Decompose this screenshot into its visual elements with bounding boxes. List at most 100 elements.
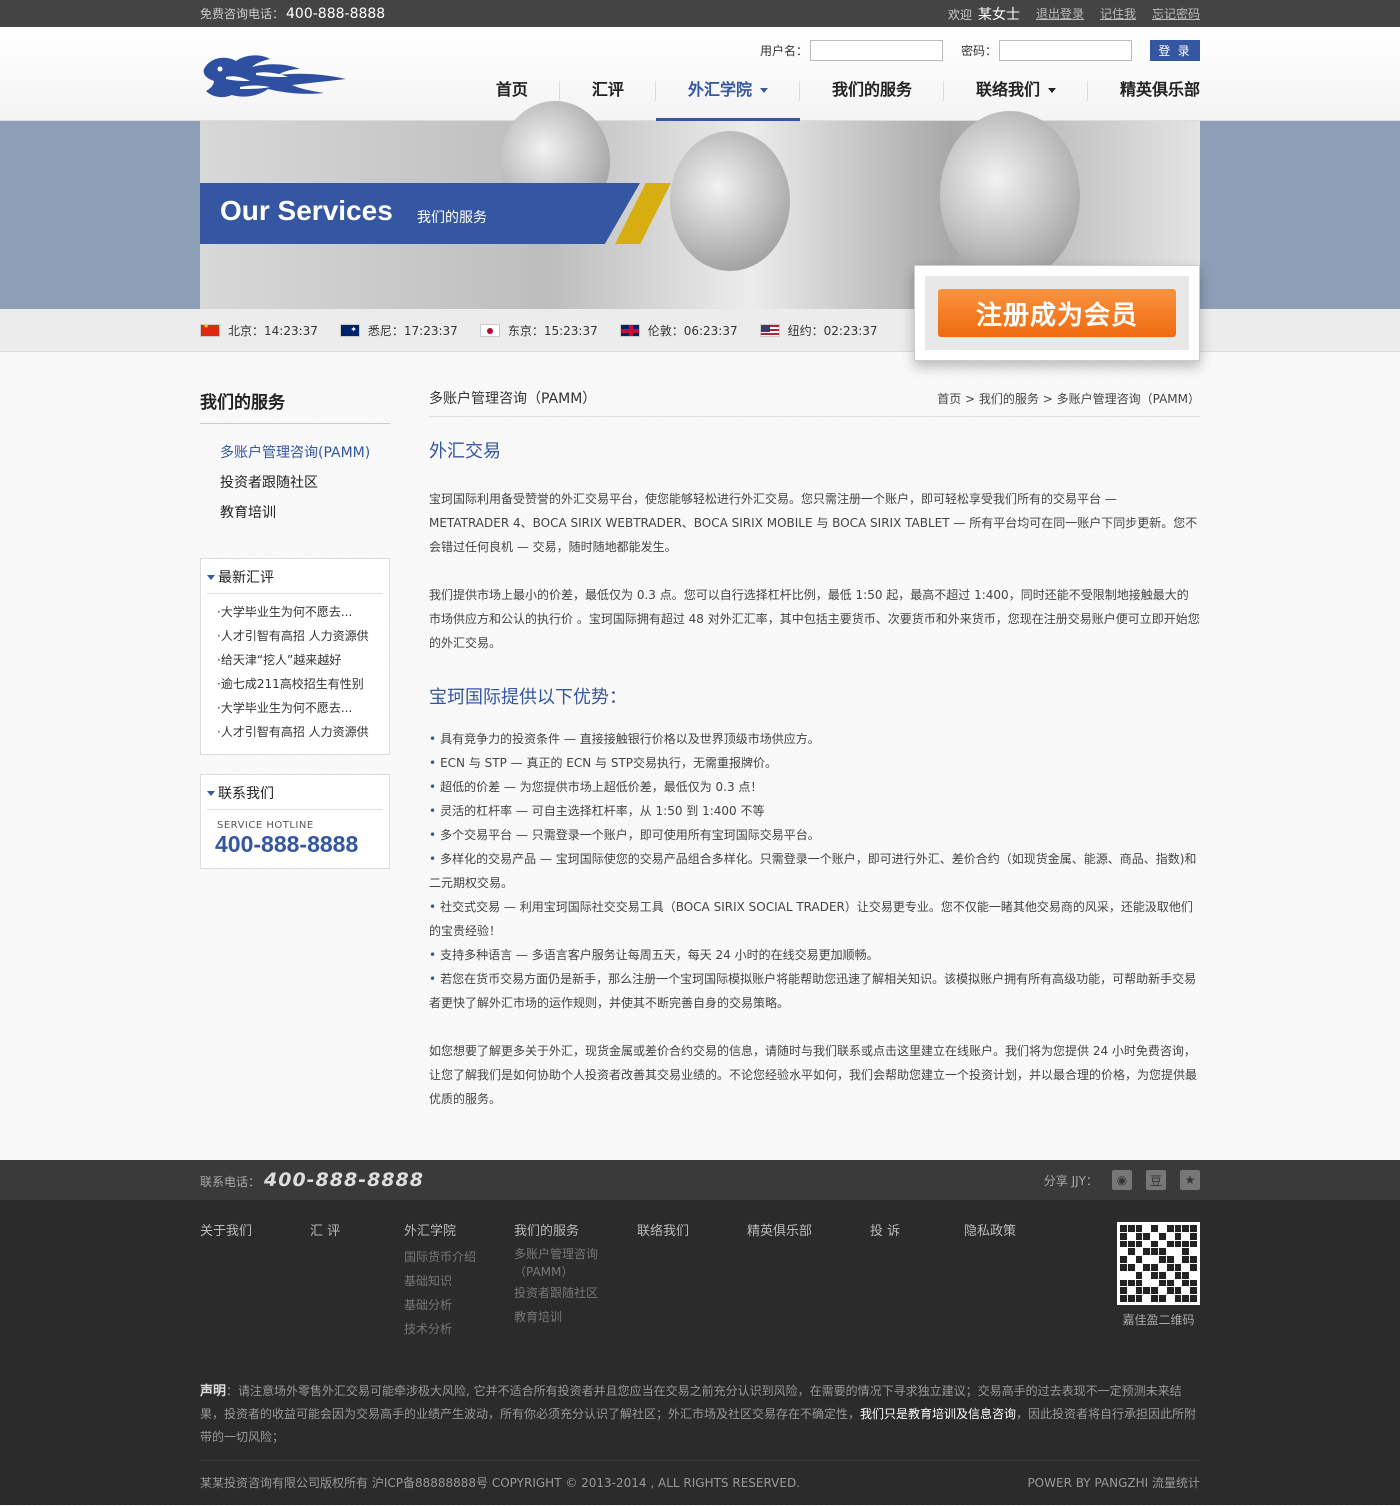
list-item: • ECN 与 STP — 真正的 ECN 与 STP交易执行，无需重报牌价。 bbox=[429, 756, 778, 770]
list-item: • 多样化的交易产品 — 宝珂国际使您的交易产品组合多样化。只需登录一个账户，即可… bbox=[429, 852, 1197, 890]
sidebar-menu: 多账户管理咨询(PAMM) 投资者跟随社区 教育培训 bbox=[200, 438, 390, 528]
latest-commentary-title: 最新汇评 bbox=[218, 570, 274, 586]
footer-sublink[interactable]: 基础分析 bbox=[404, 1293, 476, 1317]
footer: 关于我们 汇 评 外汇学院 国际货币介绍 基础知识 基础分析 技术分析 我们的服… bbox=[0, 1200, 1400, 1505]
list-item: • 灵活的杠杆率 — 可自主选择杠杆率，从 1:50 到 1:400 不等 bbox=[429, 804, 765, 818]
clock-text: 伦敦：06:23:37 bbox=[647, 324, 738, 338]
news-item[interactable]: ·逾七成211高校招生有性别 bbox=[207, 672, 383, 696]
footer-link[interactable]: 精英俱乐部 bbox=[747, 1220, 812, 1239]
top-bar: 免费咨询电话： 400-888-8888 欢迎 某女士 退出登录 记住我 忘记密码 bbox=[0, 0, 1400, 27]
clock-text: 悉尼：17:23:37 bbox=[367, 324, 458, 338]
footer-sublink[interactable]: 教育培训 bbox=[514, 1305, 598, 1329]
nav-label: 汇评 bbox=[591, 80, 624, 99]
sidebar: 我们的服务 多账户管理咨询(PAMM) 投资者跟随社区 教育培训 最新汇评 ·大… bbox=[200, 388, 390, 869]
service-hotline-label: SERVICE HOTLINE bbox=[217, 820, 314, 831]
main-area: 我们的服务 多账户管理咨询(PAMM) 投资者跟随社区 教育培训 最新汇评 ·大… bbox=[0, 352, 1400, 1160]
footer-col-club: 精英俱乐部 bbox=[747, 1220, 812, 1239]
header: 用户名： 密码： 登 录 首页 汇评 外汇学院 我们的服务 联络我们 精英俱乐部 bbox=[0, 27, 1400, 121]
footer-link[interactable]: 汇 评 bbox=[310, 1220, 340, 1239]
qr-code-icon bbox=[1117, 1222, 1200, 1305]
nav-label: 我们的服务 bbox=[831, 80, 912, 99]
footer-link[interactable]: 隐私政策 bbox=[964, 1220, 1016, 1239]
japan-flag-icon bbox=[479, 324, 500, 337]
clock-sydney: 悉尼：17:23:37 bbox=[339, 322, 458, 339]
footer-col-complaints: 投 诉 bbox=[870, 1220, 900, 1239]
banner-title-bar: Our Services 我们的服务 bbox=[200, 183, 640, 244]
password-input[interactable] bbox=[999, 40, 1132, 61]
nav-our-services[interactable]: 我们的服务 bbox=[800, 75, 944, 121]
disclaimer-highlight: 我们只是教育培训及信息咨询 bbox=[860, 1407, 1017, 1421]
list-item: • 多个交易平台 — 只需登录一个账户，即可使用所有宝珂国际交易平台。 bbox=[429, 828, 820, 842]
photo-figure bbox=[670, 131, 790, 271]
contact-title: 联系我们 bbox=[218, 786, 274, 802]
welcome-text: 欢迎 bbox=[947, 7, 972, 22]
footer-sublink[interactable]: 投资者跟随社区 bbox=[514, 1281, 598, 1305]
section-heading-forex: 外汇交易 bbox=[429, 441, 501, 462]
nav-label: 首页 bbox=[495, 80, 528, 99]
weibo-icon[interactable]: ◉ bbox=[1112, 1170, 1132, 1190]
sidebar-item-pamm[interactable]: 多账户管理咨询(PAMM) bbox=[200, 438, 390, 468]
username-label: 用户名： bbox=[759, 44, 808, 58]
world-clock-bar: 北京：14:23:37 悉尼：17:23:37 东京：15:23:37 伦敦：0… bbox=[0, 309, 1400, 352]
advantages-list: • 具有竞争力的投资条件 — 直接接触银行价格以及世界顶级市场供应方。 • ECN … bbox=[429, 727, 1200, 1015]
clock-text: 纽约：02:23:37 bbox=[787, 324, 878, 338]
footer-sublink[interactable]: 多账户管理咨询 bbox=[514, 1245, 598, 1263]
nav-elite-club[interactable]: 精英俱乐部 bbox=[1088, 75, 1200, 121]
footer-bar: 联系电话： 400-888-8888 分享 JJY： ◉ 豆 ★ bbox=[0, 1160, 1400, 1200]
nav-label: 联络我们 bbox=[975, 80, 1040, 99]
footer-sublink[interactable]: 基础知识 bbox=[404, 1269, 476, 1293]
footer-link[interactable]: 我们的服务 bbox=[514, 1220, 598, 1239]
footer-link[interactable]: 外汇学院 bbox=[404, 1220, 476, 1239]
footer-sublink[interactable]: 技术分析 bbox=[404, 1317, 476, 1341]
nav-forex-academy[interactable]: 外汇学院 bbox=[655, 75, 800, 121]
banner-title-cn: 我们的服务 bbox=[417, 210, 487, 226]
news-item[interactable]: ·人才引智有高招 人力资源供 bbox=[207, 720, 383, 744]
footer-col-academy: 外汇学院 国际货币介绍 基础知识 基础分析 技术分析 bbox=[404, 1220, 476, 1341]
qr-code: 嘉佳盈二维码 bbox=[1117, 1222, 1200, 1328]
lion-logo[interactable] bbox=[200, 49, 350, 101]
page-title: 多账户管理咨询（PAMM） bbox=[429, 391, 597, 407]
service-hotline-number: 400-888-8888 bbox=[215, 831, 359, 857]
news-item[interactable]: ·人才引智有高招 人力资源供 bbox=[207, 624, 383, 648]
list-item: • 若您在货币交易方面仍是新手，那么注册一个宝珂国际模拟账户将能帮助您迅速了解相关… bbox=[429, 972, 1197, 1010]
douban-icon[interactable]: 豆 bbox=[1146, 1170, 1166, 1190]
footer-sublink[interactable]: （PAMM） bbox=[514, 1263, 598, 1281]
footer-link[interactable]: 关于我们 bbox=[200, 1220, 252, 1239]
footer-col-commentary: 汇 评 bbox=[310, 1220, 340, 1239]
footer-tel-label: 联系电话： bbox=[200, 1175, 261, 1189]
news-item[interactable]: ·大学毕业生为何不愿去... bbox=[207, 696, 383, 720]
paragraph: 我们提供市场上最小的价差，最低仅为 0.3 点。您可以自行选择杠杆比例，最低 1… bbox=[429, 588, 1200, 650]
footer-link[interactable]: 投 诉 bbox=[870, 1220, 900, 1239]
forgot-password-link[interactable]: 忘记密码 bbox=[1152, 5, 1200, 22]
clock-london: 伦敦：06:23:37 bbox=[619, 322, 738, 339]
powered-by[interactable]: POWER BY PANGZHI 流量统计 bbox=[1027, 1474, 1200, 1491]
logout-link[interactable]: 退出登录 bbox=[1036, 5, 1084, 22]
chevron-down-icon bbox=[759, 88, 768, 93]
clock-text: 北京：14:23:37 bbox=[228, 324, 318, 338]
paragraph: 宝珂国际利用备受赞誉的外汇交易平台，使您能够轻松进行外汇交易。您只需注册一个账户… bbox=[429, 492, 1198, 554]
share-bar: 分享 JJY： ◉ 豆 ★ bbox=[1044, 1170, 1200, 1190]
footer-sublink[interactable]: 国际货币介绍 bbox=[404, 1245, 476, 1269]
paragraph: 如您想要了解更多关于外汇，现货金属或差价合约交易的信息，请随时与我们联系或点击这… bbox=[429, 1044, 1198, 1106]
breadcrumb[interactable]: 首页 > 我们的服务 > 多账户管理咨询（PAMM） bbox=[937, 390, 1200, 407]
remember-me-link[interactable]: 记住我 bbox=[1100, 5, 1136, 22]
triangle-down-icon bbox=[207, 574, 215, 580]
hotline-number: 400-888-8888 bbox=[286, 6, 386, 22]
login-button[interactable]: 登 录 bbox=[1150, 40, 1200, 61]
username-input[interactable] bbox=[809, 40, 943, 61]
photo-figure bbox=[940, 111, 1080, 281]
news-item[interactable]: ·大学毕业生为何不愿去... bbox=[207, 600, 383, 624]
us-flag-icon bbox=[759, 324, 780, 337]
star-icon[interactable]: ★ bbox=[1180, 1170, 1200, 1190]
footer-link[interactable]: 联络我们 bbox=[637, 1220, 689, 1239]
section-heading-advantages: 宝珂国际提供以下优势： bbox=[429, 687, 627, 708]
uk-flag-icon bbox=[619, 324, 640, 337]
login-form: 用户名： 密码： 登 录 bbox=[760, 40, 1200, 61]
sidebar-item-follow-community[interactable]: 投资者跟随社区 bbox=[200, 468, 390, 498]
list-item: • 超低的价差 — 为您提供市场上超低价差，最低仅为 0.3 点！ bbox=[429, 780, 763, 794]
sidebar-item-education[interactable]: 教育培训 bbox=[200, 498, 390, 528]
share-label: 分享 JJY： bbox=[1043, 1173, 1098, 1188]
news-item[interactable]: ·给天津“挖人”越来越好 bbox=[207, 648, 383, 672]
article: 多账户管理咨询（PAMM） 首页 > 我们的服务 > 多账户管理咨询（PAMM）… bbox=[429, 388, 1200, 1111]
list-item: • 具有竞争力的投资条件 — 直接接触银行价格以及世界顶级市场供应方。 bbox=[429, 732, 820, 746]
